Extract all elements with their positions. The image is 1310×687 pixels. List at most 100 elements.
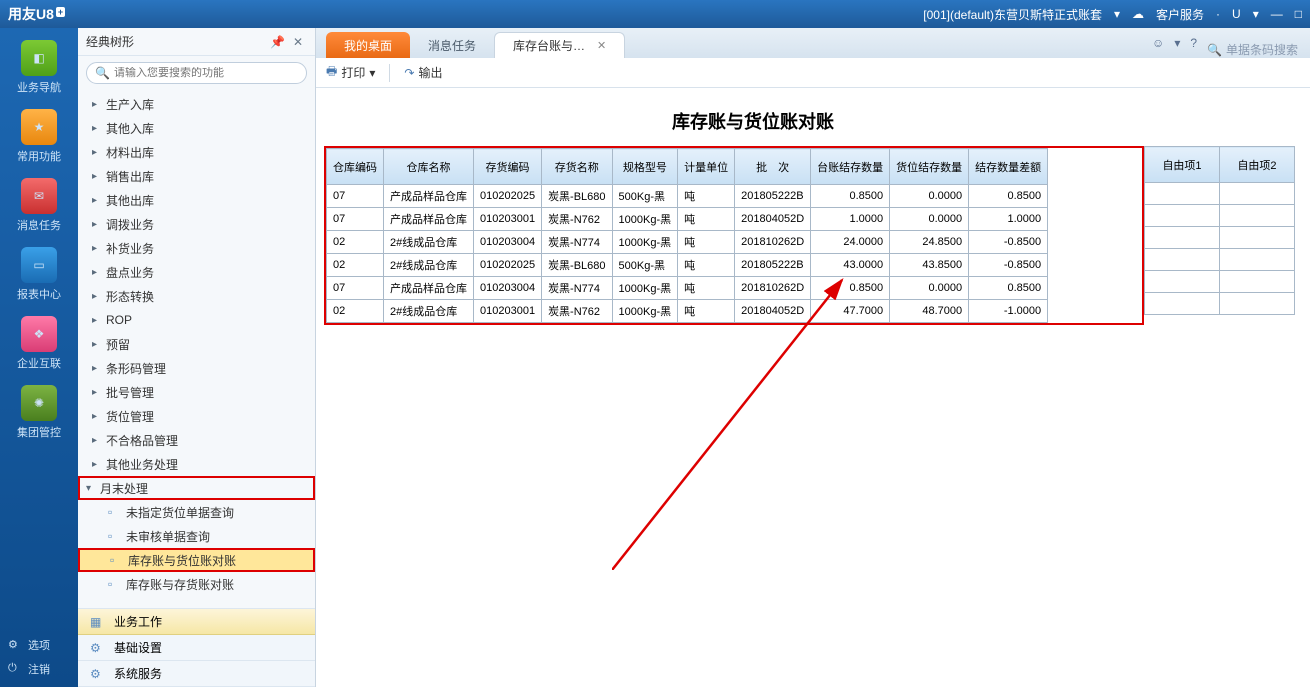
help-icon[interactable]: ?: [1190, 36, 1197, 50]
tree-child[interactable]: ▫库存账与存货账对账: [78, 572, 315, 596]
table-cell: 2#线成品仓库: [384, 231, 474, 254]
table-cell: -1.0000: [969, 300, 1048, 323]
tree-item[interactable]: ▸其他入库: [78, 116, 315, 140]
table-cell: 1.0000: [969, 208, 1048, 231]
doc-icon: ▫: [108, 505, 112, 519]
export-button[interactable]: ↷输出: [404, 64, 442, 81]
rail-nav[interactable]: ◧业务导航: [0, 36, 78, 99]
service-link[interactable]: 客户服务: [1156, 6, 1204, 23]
tree-item[interactable]: ▸批号管理: [78, 380, 315, 404]
caret-icon: ▸: [92, 243, 97, 254]
col-header[interactable]: 台账结存数量: [811, 149, 890, 185]
table-row[interactable]: 07产成品样品仓库010203001炭黑-N7621000Kg-黑吨201804…: [327, 208, 1048, 231]
tab-messages[interactable]: 消息任务: [410, 32, 494, 58]
tree-item[interactable]: ▸货位管理: [78, 404, 315, 428]
table-cell: 1.0000: [811, 208, 890, 231]
tab-desktop[interactable]: 我的桌面: [326, 32, 410, 58]
tree-item[interactable]: ▸生产入库: [78, 92, 315, 116]
tree-item[interactable]: ▸补货业务: [78, 236, 315, 260]
tree-item[interactable]: ▸ROP: [78, 308, 315, 332]
table-cell: 010203001: [474, 208, 542, 231]
doc-icon: ▫: [108, 529, 112, 543]
table-cell: 吨: [678, 300, 735, 323]
minimize-icon[interactable]: —: [1271, 7, 1283, 21]
table-cell: [1220, 205, 1295, 227]
u-indicator[interactable]: U: [1232, 7, 1241, 21]
table-cell: 2#线成品仓库: [384, 254, 474, 277]
table-row[interactable]: 022#线成品仓库010203004炭黑-N7741000Kg-黑吨201810…: [327, 231, 1048, 254]
table-cell: 201804052D: [735, 300, 811, 323]
close-icon[interactable]: ✕: [289, 35, 307, 49]
col-header[interactable]: 结存数量差额: [969, 149, 1048, 185]
maximize-icon[interactable]: □: [1295, 7, 1302, 21]
table-cell: [1145, 249, 1220, 271]
account-dropdown-icon[interactable]: ▾: [1114, 7, 1120, 21]
tree-item-month-end[interactable]: ▾月末处理: [78, 476, 315, 500]
printer-icon: 🖶: [326, 62, 337, 83]
pin-icon[interactable]: 📌: [266, 35, 289, 49]
caret-icon: ▸: [92, 411, 97, 422]
account-info[interactable]: [001](default)东营贝斯特正式账套: [923, 6, 1102, 23]
col-header[interactable]: 批 次: [735, 149, 811, 185]
rail-msg[interactable]: ✉消息任务: [0, 174, 78, 237]
col-header[interactable]: 自由项1: [1145, 147, 1220, 183]
tree-item[interactable]: ▸形态转换: [78, 284, 315, 308]
col-header[interactable]: 存货名称: [542, 149, 612, 185]
rail-report[interactable]: ▭报表中心: [0, 243, 78, 306]
col-header[interactable]: 仓库名称: [384, 149, 474, 185]
table-cell: 1000Kg-黑: [612, 208, 678, 231]
logout-link[interactable]: ⏻注销: [8, 657, 70, 681]
options-link[interactable]: ⚙选项: [8, 633, 70, 657]
caret-icon: ▸: [92, 459, 97, 470]
tree-list: ▸生产入库 ▸其他入库 ▸材料出库 ▸销售出库 ▸其他出库 ▸调拨业务 ▸补货业…: [78, 90, 315, 608]
tree-title: 经典树形: [86, 33, 134, 50]
table-cell: 43.8500: [890, 254, 969, 277]
tree-child-active[interactable]: ▫库存账与货位账对账: [78, 548, 315, 572]
table-cell: 吨: [678, 254, 735, 277]
smiley-icon[interactable]: ☺: [1152, 36, 1164, 50]
table-cell: 产成品样品仓库: [384, 185, 474, 208]
report-icon: ▭: [21, 247, 57, 283]
tree-item[interactable]: ▸预留: [78, 332, 315, 356]
table-cell: 炭黑-N762: [542, 300, 612, 323]
tree-search[interactable]: 🔍: [86, 62, 307, 84]
bar-sys[interactable]: ⚙系统服务: [78, 661, 315, 687]
tree-item[interactable]: ▸材料出库: [78, 140, 315, 164]
bar-work[interactable]: ▦业务工作: [78, 609, 315, 635]
bar-basic[interactable]: ⚙基础设置: [78, 635, 315, 661]
app-name: 用友U8+: [8, 4, 65, 24]
caret-icon: ▸: [92, 171, 97, 182]
table-row[interactable]: 022#线成品仓库010203001炭黑-N7621000Kg-黑吨201804…: [327, 300, 1048, 323]
tree-item[interactable]: ▸其他出库: [78, 188, 315, 212]
table-row[interactable]: 07产成品样品仓库010202025炭黑-BL680500Kg-黑吨201805…: [327, 185, 1048, 208]
tree-item[interactable]: ▸条形码管理: [78, 356, 315, 380]
tree-child[interactable]: ▫未指定货位单据查询: [78, 500, 315, 524]
table-cell: 010202025: [474, 254, 542, 277]
col-header[interactable]: 仓库编码: [327, 149, 384, 185]
table-cell: 吨: [678, 231, 735, 254]
search-input[interactable]: [114, 67, 298, 79]
table-cell: 产成品样品仓库: [384, 208, 474, 231]
barcode-search[interactable]: 🔍 单据条码搜索: [1207, 41, 1310, 58]
tree-item[interactable]: ▸盘点业务: [78, 260, 315, 284]
col-header[interactable]: 计量单位: [678, 149, 735, 185]
tree-item[interactable]: ▸销售出库: [78, 164, 315, 188]
table-cell: [1220, 249, 1295, 271]
col-header[interactable]: 货位结存数量: [890, 149, 969, 185]
rail-fav[interactable]: ★常用功能: [0, 105, 78, 168]
rail-ent[interactable]: ❖企业互联: [0, 312, 78, 375]
col-header[interactable]: 存货编码: [474, 149, 542, 185]
tab-close-icon[interactable]: ✕: [597, 39, 606, 52]
tree-item[interactable]: ▸不合格品管理: [78, 428, 315, 452]
table-row[interactable]: 022#线成品仓库010202025炭黑-BL680500Kg-黑吨201805…: [327, 254, 1048, 277]
tab-report[interactable]: 库存台账与…✕: [494, 32, 625, 58]
service-icon[interactable]: ☁: [1132, 7, 1144, 21]
tree-item[interactable]: ▸调拨业务: [78, 212, 315, 236]
rail-group[interactable]: ✺集团管控: [0, 381, 78, 444]
table-row[interactable]: 07产成品样品仓库010203004炭黑-N7741000Kg-黑吨201810…: [327, 277, 1048, 300]
col-header[interactable]: 自由项2: [1220, 147, 1295, 183]
tree-item[interactable]: ▸其他业务处理: [78, 452, 315, 476]
col-header[interactable]: 规格型号: [612, 149, 678, 185]
print-button[interactable]: 🖶打印▾: [326, 62, 375, 83]
tree-child[interactable]: ▫未审核单据查询: [78, 524, 315, 548]
